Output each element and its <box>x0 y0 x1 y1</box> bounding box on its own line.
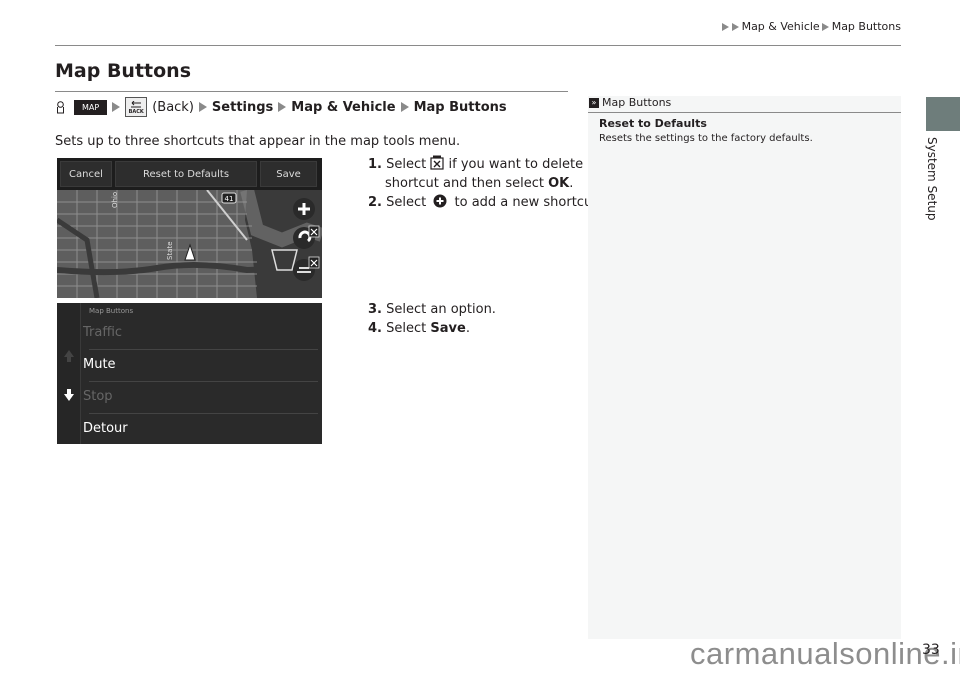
map-view: 41 Ohio State <box>57 190 322 298</box>
note-panel <box>588 96 901 639</box>
path-item-map-buttons: Map Buttons <box>413 99 507 115</box>
back-text: (Back) <box>152 99 194 115</box>
list-item-stop[interactable]: Stop <box>83 389 113 404</box>
route-badge: 41 <box>225 195 234 203</box>
step-text: . <box>465 321 470 336</box>
step-text: Select <box>386 157 427 172</box>
street-label: State <box>166 241 174 260</box>
section-tab-marker <box>926 97 960 131</box>
breadcrumb-item[interactable]: Map & Vehicle <box>742 20 820 33</box>
navigation-path: MAP BACK (Back) Settings Map & Vehicle M… <box>56 97 507 117</box>
step-text: Select <box>386 195 427 210</box>
street-label: Ohio <box>111 192 119 208</box>
trash-x-icon <box>430 155 444 170</box>
step-text: . <box>569 176 574 191</box>
arrow-icon <box>278 102 287 112</box>
back-arrow-icon <box>131 101 142 108</box>
arrow-icon <box>198 102 207 112</box>
arrow-icon <box>400 102 409 112</box>
add-shortcut-button[interactable] <box>293 198 315 220</box>
note-text: Resets the settings to the factory defau… <box>599 133 813 144</box>
step-number: 2. <box>368 195 382 210</box>
step-text: Select <box>386 321 431 336</box>
arrow-icon <box>112 102 121 112</box>
step-4: 4. Select Save. <box>368 319 470 338</box>
scroll-up-icon[interactable] <box>64 350 74 362</box>
ok-label: OK <box>548 176 570 191</box>
list-item-traffic[interactable]: Traffic <box>83 325 122 340</box>
step-number: 1. <box>368 157 382 172</box>
list-item-detour[interactable]: Detour <box>83 421 128 436</box>
triangle-icon <box>821 22 829 31</box>
triangle-icon <box>731 22 739 31</box>
plus-circle-icon <box>433 194 447 208</box>
list-divider <box>89 349 318 350</box>
watermark: carmanualsonline.info <box>690 636 960 671</box>
step-1: 1. Select if you want to delete a shortc… <box>368 155 595 193</box>
step-number: 3. <box>368 302 382 317</box>
triangle-icon <box>721 22 729 31</box>
cancel-button[interactable]: Cancel <box>60 161 112 187</box>
step-text: to add a new shortcut. <box>454 195 602 210</box>
save-label: Save <box>430 321 466 336</box>
step-3: 3. Select an option. <box>368 300 496 319</box>
title-divider <box>55 91 568 92</box>
map-screen-screenshot: Cancel Reset to Defaults Save 41 Ohio St… <box>57 158 322 298</box>
list-divider <box>89 381 318 382</box>
save-button[interactable]: Save <box>260 161 317 187</box>
map-button: MAP <box>74 99 108 115</box>
list-item-mute[interactable]: Mute <box>83 357 116 372</box>
header-divider <box>55 45 901 46</box>
step-text: if you want to delete a <box>448 157 596 172</box>
list-heading: Map Buttons <box>89 307 134 315</box>
scroll-column <box>57 303 81 444</box>
note-title-text: Map Buttons <box>602 96 672 109</box>
header-breadcrumb: Map & Vehicle Map Buttons <box>721 20 901 33</box>
back-button-label: BACK <box>128 109 144 115</box>
map-screen-toolbar: Cancel Reset to Defaults Save <box>57 158 322 190</box>
map-buttons-list-screenshot: Map Buttons Traffic Mute Stop Detour <box>57 303 322 444</box>
page-title: Map Buttons <box>55 60 192 82</box>
section-label: System Setup <box>925 137 939 221</box>
step-text: shortcut and then select <box>385 176 549 191</box>
back-button-icon: BACK <box>125 97 148 117</box>
intro-text: Sets up to three shortcuts that appear i… <box>55 134 461 149</box>
note-reference-icon: » <box>589 97 599 108</box>
path-item-settings: Settings <box>211 99 274 115</box>
note-heading: Reset to Defaults <box>599 117 707 130</box>
reset-defaults-button[interactable]: Reset to Defaults <box>115 161 257 187</box>
home-icon <box>57 100 64 113</box>
step-number: 4. <box>368 321 382 336</box>
list-divider <box>89 413 318 414</box>
step-2: 2. Select to add a new shortcut. <box>368 193 601 212</box>
page-number: 33 <box>922 642 940 658</box>
note-title: » Map Buttons <box>589 96 671 109</box>
note-divider <box>588 112 901 113</box>
breadcrumb-item[interactable]: Map Buttons <box>832 20 901 33</box>
step-text: Select an option. <box>386 302 496 317</box>
scroll-down-icon[interactable] <box>64 389 74 401</box>
path-item-map-vehicle: Map & Vehicle <box>291 99 396 115</box>
scroll-arrows <box>64 350 74 401</box>
